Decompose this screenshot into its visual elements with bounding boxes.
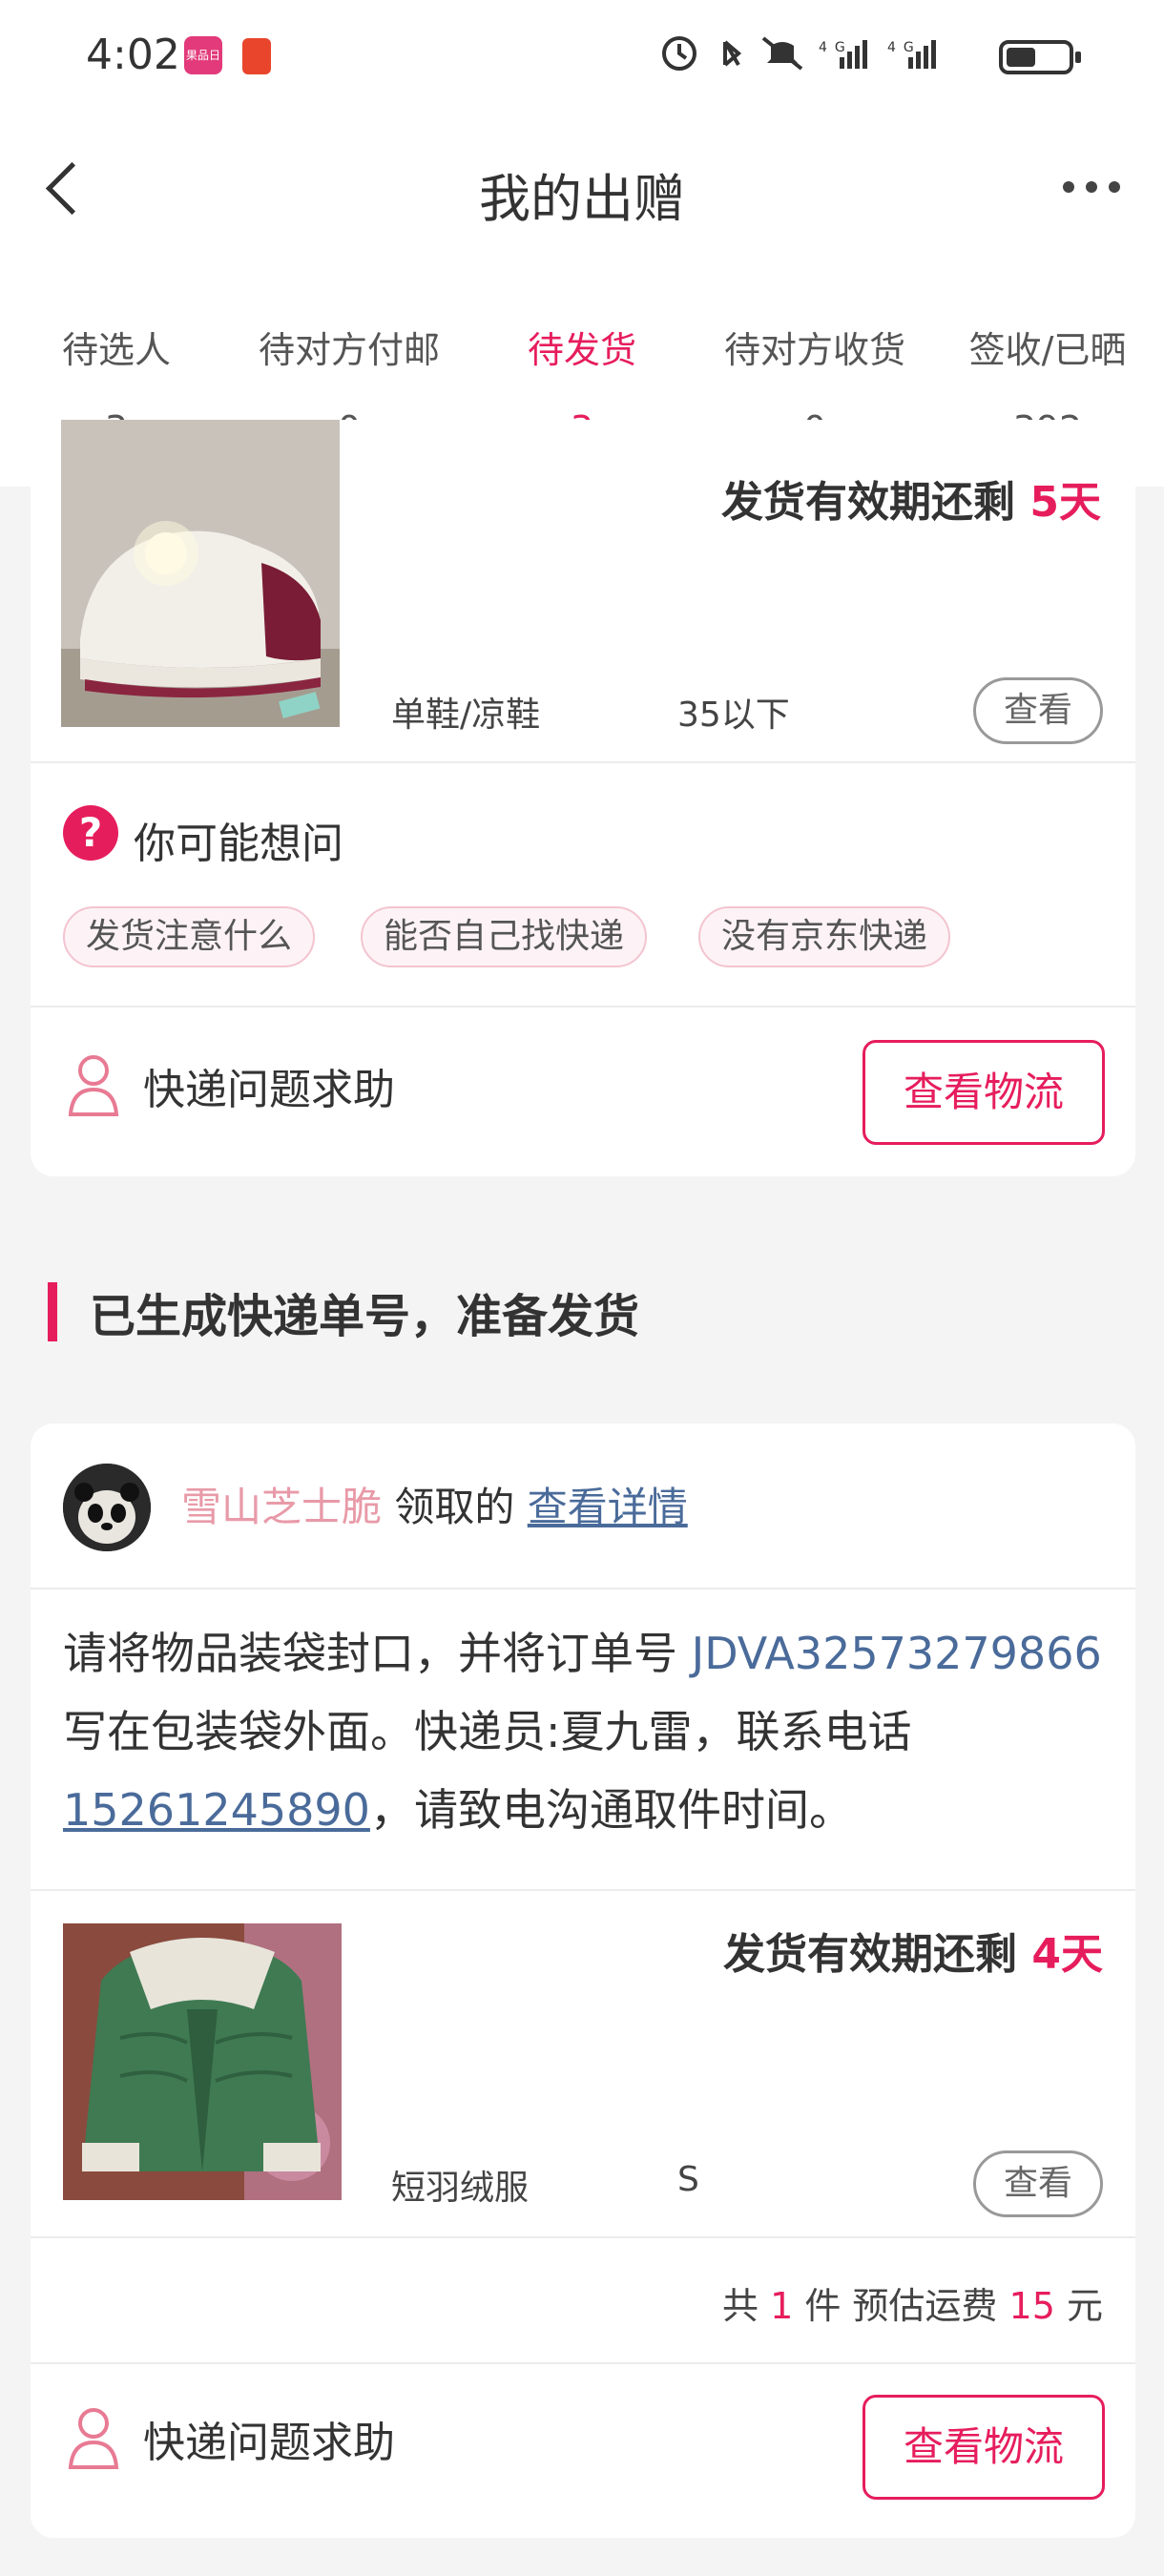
status-time: 4:02 [86,31,180,79]
deadline-partial: 发货有效期还剩 5天 [721,467,1101,529]
more-dot [1063,181,1074,193]
divider [31,1006,1135,1008]
view-details-link[interactable]: 查看详情 [528,1484,688,1530]
summary-prefix: 共 [721,2285,759,2327]
receiver-avatar[interactable] [63,1464,151,1551]
page-title: 我的出赠 [479,169,685,229]
divider [31,2236,1135,2238]
view-item-button[interactable]: 查看 [973,677,1103,744]
shipping-instructions: 请将物品装袋封口，并将订单号 JDVA32573279866 写在包装袋外面。快… [63,1614,1112,1849]
status-indicators-icon: 4G 4G [658,32,973,83]
item-size: 35以下 [677,696,790,735]
tab-label: 待选人 [61,329,171,371]
instruction-text: ，请致电沟通取件时间。 [369,1784,853,1836]
tab-label: 待发货 [527,329,636,371]
divider [31,761,1135,763]
app-notification-icon: 果品日 [184,36,222,74]
item-image-sneaker[interactable] [61,420,340,727]
battery-icon [999,40,1081,74]
section-title: 已生成快递单号，准备发货 [90,1290,640,1343]
nav-header: 我的出赠 [0,114,1164,267]
order-number[interactable]: JDVA32573279866 [692,1628,1102,1679]
item-category: 单鞋/凉鞋 [391,696,541,735]
item-image-jacket[interactable] [63,1923,342,2200]
person-icon [67,1053,120,1116]
courier-help-link[interactable]: 快递问题求助 [143,1055,395,1116]
courier-phone-link[interactable]: 15261245890 [63,1784,370,1836]
faq-chip[interactable]: 发货注意什么 [63,906,316,967]
deadline-text: 发货有效期还剩 [723,1930,1018,1979]
item-count: 1 [770,2285,794,2327]
deadline-days: 5天 [1029,478,1101,527]
receiver-name[interactable]: 雪山芝士脆 [181,1484,382,1530]
deadline-text: 发货有效期还剩 [721,478,1016,527]
question-icon: ? [63,805,118,861]
instruction-text: 请将物品装袋封口，并将订单号 [63,1628,692,1679]
receiver-line: 雪山芝士脆 领取的 查看详情 [181,1475,688,1533]
tab-label: 待对方收货 [723,329,905,371]
faq-title: 你可能想问 [134,820,343,868]
person-icon [67,2406,120,2469]
red-packet-icon [242,38,271,74]
gift-card-2: 雪山芝士脆 领取的 查看详情 请将物品装袋封口，并将订单号 JDVA325732… [31,1423,1135,2538]
section-accent-bar [48,1282,57,1341]
divider [31,2362,1135,2364]
view-item-button[interactable]: 查看 [973,2150,1103,2217]
view-logistics-button[interactable]: 查看物流 [863,1040,1105,1145]
deadline-days: 4天 [1031,1930,1103,1979]
shipping-fee: 15 [1008,2285,1055,2327]
jacket-photo [63,1923,342,2200]
courier-help-link[interactable]: 快递问题求助 [143,2408,395,2469]
order-summary: 共 1 件 预估运费 15 元 [722,2276,1103,2329]
status-bar: 4:02 果品日 4G 4G [0,0,1164,114]
sneaker-photo [61,420,340,727]
gift-card-1: 发货有效期还剩 5天 单鞋/凉鞋 35以下 查看 ? 你可能想问 发货注意什么 … [31,420,1135,1176]
more-dot [1086,181,1097,193]
summary-mid: 件 预估运费 [804,2285,998,2327]
summary-suffix: 元 [1066,2285,1103,2327]
view-logistics-button[interactable]: 查看物流 [863,2395,1105,2500]
signal-icons: 4G 4G [662,36,936,71]
tab-label: 签收/已晒 [968,329,1127,371]
divider [31,1889,1135,1891]
item-size: S [677,2160,699,2199]
instruction-text: 写在包装袋外面。快递员:夏九雷，联系电话 [63,1706,912,1757]
more-button[interactable] [1063,181,1120,195]
received-text: 领取的 [394,1484,515,1530]
item-category: 短羽绒服 [391,2169,530,2208]
divider [31,1588,1135,1589]
tab-label: 待对方付邮 [258,329,440,371]
faq-chip[interactable]: 没有京东快递 [698,906,951,967]
deadline: 发货有效期还剩 4天 [723,1920,1103,1981]
faq-chip[interactable]: 能否自己找快递 [361,906,648,967]
more-dot [1109,181,1120,193]
